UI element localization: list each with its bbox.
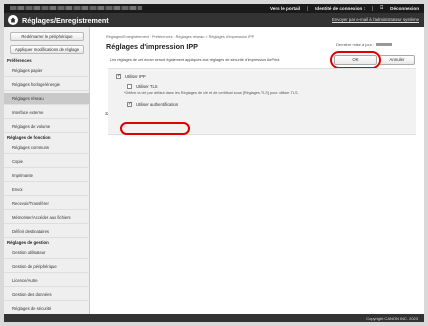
top-bar-links: Vers le portail Identité de connexion : …: [270, 5, 419, 11]
page-title: Réglages d'impression IPP: [106, 42, 198, 51]
apply-settings-button[interactable]: Appliquer modifications de réglage: [10, 45, 84, 54]
main-content: Réglages/Enregistrement : Préférences : …: [90, 27, 424, 317]
logout-link[interactable]: Déconnexion: [390, 6, 419, 11]
auth-highlight-ring: [120, 122, 190, 135]
use-auth-label: Utiliser authentification: [136, 102, 179, 107]
use-auth-checkbox[interactable]: [127, 101, 132, 107]
footer: Copyright CANON INC. 2023: [4, 314, 424, 322]
sidebar-item-volume[interactable]: Réglages de volume: [4, 121, 90, 133]
app-window: Vers le portail Identité de connexion : …: [0, 0, 428, 326]
home-icon: [10, 17, 16, 23]
use-tls-checkbox[interactable]: [127, 84, 132, 89]
sidebar-item-set-destinations[interactable]: Définir destinataires: [4, 226, 90, 238]
sidebar-item-receive-forward[interactable]: Recevoir/Transférer: [4, 198, 90, 210]
logout-icon: ⍈: [380, 5, 384, 11]
sidebar-item-paper[interactable]: Réglages papier: [4, 65, 90, 77]
cancel-button[interactable]: Annuler: [379, 55, 415, 65]
sidebar-item-common[interactable]: Réglages communs: [4, 142, 90, 154]
sidebar-item-printer[interactable]: Imprimante: [4, 170, 90, 182]
sidebar-item-license-other[interactable]: Licence/Autre: [4, 275, 90, 287]
sidebar-item-user-management[interactable]: Gestion utilisateur: [4, 247, 90, 259]
sidebar-item-device-management[interactable]: Gestion de périphérique: [4, 261, 90, 273]
top-bar: Vers le portail Identité de connexion : …: [4, 4, 424, 13]
email-admin-link[interactable]: Envoyer par e-mail à l'administrateur sy…: [332, 17, 419, 22]
device-name-redacted: [10, 6, 142, 10]
last-updated-label: Dernière mise à jour :: [336, 42, 375, 47]
use-ipp-checkbox[interactable]: [116, 73, 121, 79]
login-id-label: Identité de connexion :: [315, 5, 366, 11]
last-updated: Dernière mise à jour :: [336, 42, 393, 47]
page-description: Les réglages de cet écran seront égaleme…: [110, 58, 281, 62]
scroll-to-top-icon[interactable]: ⌅: [104, 110, 109, 117]
sidebar-item-network[interactable]: Réglages réseau: [4, 93, 90, 105]
sidebar-item-copy[interactable]: Copie: [4, 156, 90, 168]
sidebar-item-external-interface[interactable]: Interface externe: [4, 107, 90, 119]
divider: [307, 5, 309, 11]
sidebar-section-management: Réglages de gestion: [7, 240, 49, 245]
sidebar-section-function: Réglages de fonction: [7, 135, 51, 140]
copyright: Copyright CANON INC. 2023: [366, 315, 418, 321]
sidebar-item-send[interactable]: Envoi: [4, 184, 90, 196]
sidebar: Redémarrer le périphérique Appliquer mod…: [4, 27, 90, 317]
sidebar-item-data-management[interactable]: Gestion des données: [4, 289, 90, 301]
restart-device-button[interactable]: Redémarrer le périphérique: [10, 32, 84, 41]
home-button[interactable]: [8, 15, 18, 25]
portal-link[interactable]: Vers le portail: [270, 6, 300, 11]
sidebar-section-preferences: Préférences: [7, 58, 32, 63]
ok-highlight-ring: [330, 51, 381, 69]
page-header-title: Réglages/Enregistrement: [22, 16, 109, 25]
header-bar: Réglages/Enregistrement Envoyer par e-ma…: [4, 13, 424, 27]
sidebar-item-store-access-files[interactable]: Mémoriser/Accéder aux fichiers: [4, 212, 90, 224]
tls-hint: *Définir la clé par défaut dans les Régl…: [124, 91, 299, 95]
divider: [372, 5, 374, 11]
last-updated-value-redacted: [376, 43, 393, 47]
use-ipp-label: Utiliser IPP: [125, 74, 146, 79]
use-tls-label: Utiliser TLS: [136, 84, 158, 89]
sidebar-item-clock-energy[interactable]: Réglages horloge/énergie: [4, 79, 90, 91]
breadcrumb: Réglages/Enregistrement : Préférences : …: [106, 35, 255, 39]
